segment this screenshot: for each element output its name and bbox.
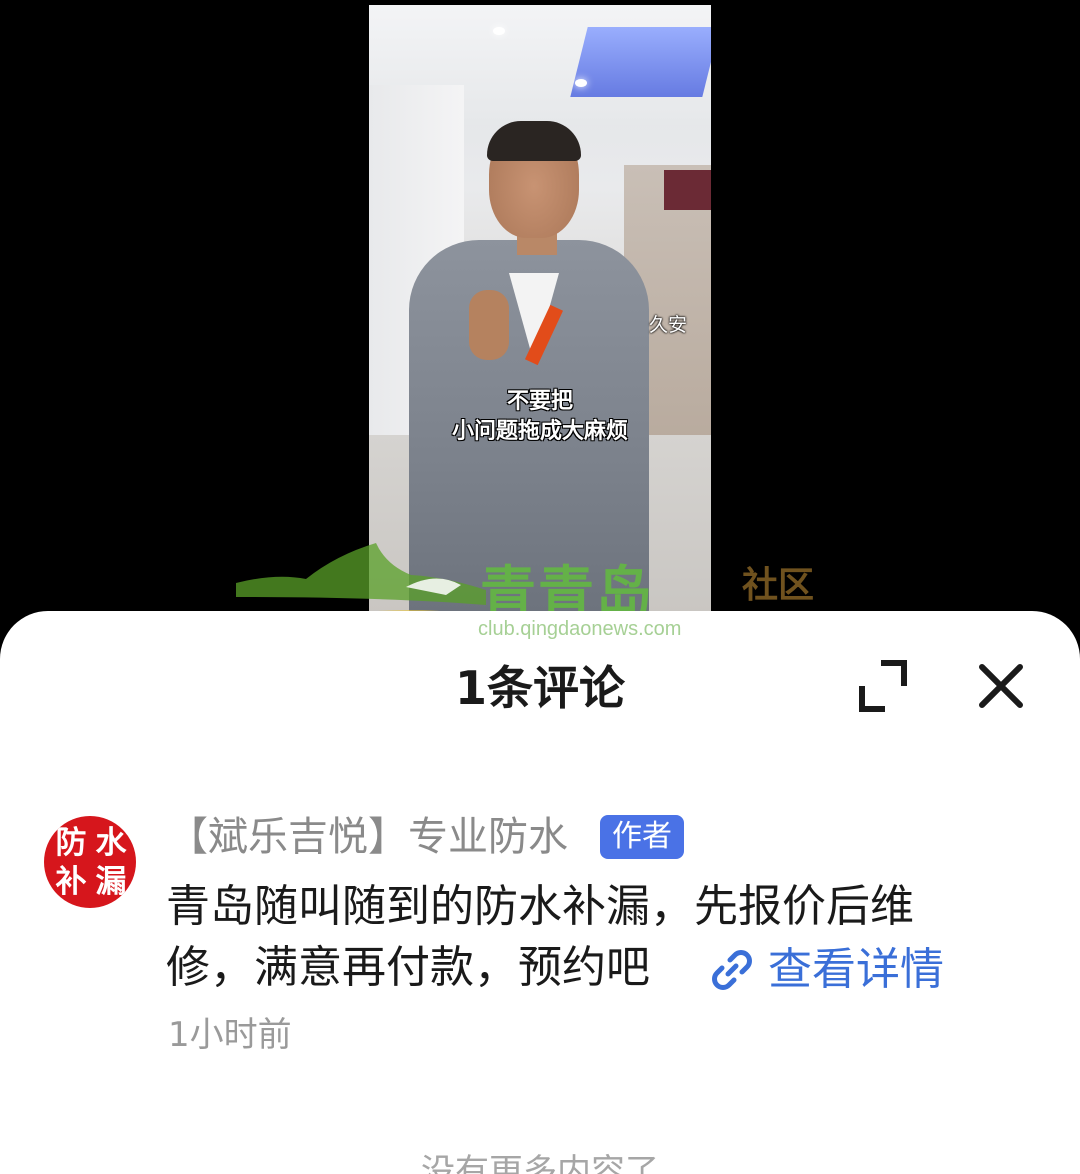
video-player[interactable]: 久安 不要把 小问题拖成大麻烦 <box>369 5 711 615</box>
comments-title: 1条评论 <box>454 661 625 715</box>
link-icon <box>712 950 752 990</box>
comment-author-name[interactable]: 【斌乐吉悦】专业防水 <box>168 810 568 864</box>
comment-text-line1: 青岛随叫随到的防水补漏，先报价后维 <box>166 881 914 932</box>
no-more-content: 没有更多内容了 <box>421 1152 659 1174</box>
comment-text-line2: 修，满意再付款，预约吧 <box>166 942 650 993</box>
video-author-watermark: 久安 <box>649 314 688 336</box>
author-badge: 作者 <box>600 815 684 859</box>
expand-icon <box>859 660 907 712</box>
comment-time: 1小时前 <box>168 1015 292 1055</box>
video-person-hand <box>469 290 509 360</box>
video-subtitle-line2: 小问题拖成大麻烦 <box>451 419 628 444</box>
avatar[interactable]: 防 水 补 漏 <box>44 816 136 908</box>
video-person-hair <box>487 121 581 161</box>
view-details-link[interactable]: 查看详情 <box>708 940 944 1000</box>
close-button[interactable] <box>970 655 1032 717</box>
video-scene-lamp <box>493 27 505 35</box>
avatar-char: 水 <box>95 825 127 861</box>
view-details-label: 查看详情 <box>768 944 944 995</box>
avatar-char: 防 <box>55 825 87 861</box>
avatar-char: 补 <box>55 864 87 900</box>
site-watermark-url: club.qingdaonews.com <box>478 618 682 640</box>
screen: 久安 不要把 小问题拖成大麻烦 青青岛 社区 club.qingdaonews.… <box>0 0 1080 1174</box>
video-subtitle-line1: 不要把 <box>506 389 573 414</box>
expand-button[interactable] <box>850 655 916 717</box>
video-scene-cabinet <box>664 170 711 210</box>
close-icon <box>979 664 1023 708</box>
site-watermark-section: 社区 <box>742 565 815 606</box>
avatar-char: 漏 <box>95 864 127 900</box>
video-scene-ceiling-light <box>570 27 711 97</box>
video-scene-lamp <box>575 79 587 87</box>
